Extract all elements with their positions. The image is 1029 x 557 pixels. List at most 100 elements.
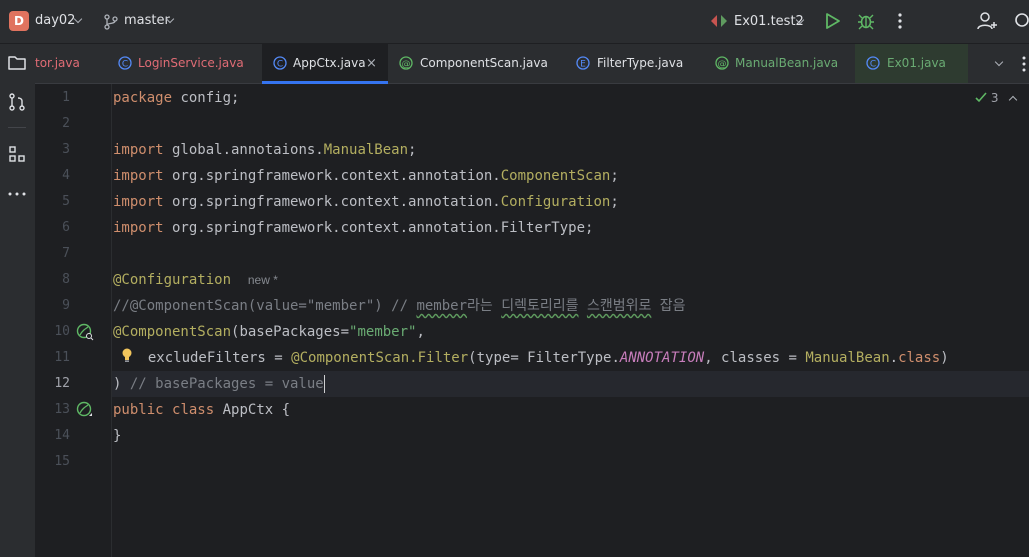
code-text: }: [113, 428, 122, 444]
code-line-12: ) // basePackages = value: [113, 371, 326, 397]
svg-text:E: E: [580, 60, 586, 70]
class-ref: ManualBean: [323, 142, 409, 158]
svg-text:C: C: [122, 60, 128, 70]
keyword: import: [113, 168, 164, 184]
code-text: org.springframework.context.annotation.: [163, 168, 501, 184]
tab-filtertype[interactable]: E FilterType.java: [565, 44, 705, 83]
class-icon: C: [118, 56, 132, 70]
branch-name[interactable]: master: [124, 13, 170, 28]
line-number: 3: [62, 142, 70, 157]
editor-gutter: 1 2 3 4 5 6 7 8 9 10 11 12 13 14 15: [35, 84, 112, 557]
keyword: import: [113, 194, 164, 210]
line-number: 2: [62, 116, 70, 131]
inspection-count: 3: [990, 91, 999, 105]
keyword: import: [113, 142, 164, 158]
more-actions-icon[interactable]: [889, 10, 911, 32]
code-text: (type= FilterType.: [468, 350, 620, 366]
line-number: 10: [54, 324, 70, 339]
code-text: global.annotaions.: [163, 142, 324, 158]
svg-text:@: @: [718, 60, 727, 70]
editor-tab-bar: tor.java C LoginService.java C AppCtx.ja…: [35, 44, 1029, 84]
line-number: 6: [62, 220, 70, 235]
checkmark-icon: [975, 92, 987, 103]
code-text: ,: [416, 324, 425, 340]
svg-text:@: @: [402, 60, 411, 70]
tabs-overflow-chevron-icon[interactable]: [994, 57, 1004, 67]
more-actions-icon[interactable]: [1020, 54, 1028, 74]
tab-label: Ex01.java: [887, 56, 946, 70]
tab-componentscan[interactable]: @ ComponentScan.java: [388, 44, 553, 83]
line-number-current: 12: [54, 376, 70, 391]
comment: 잡음: [651, 298, 686, 314]
more-tools-icon[interactable]: [6, 183, 28, 205]
class-ref: Configuration: [500, 194, 611, 210]
code-line-13: public class AppCtx {: [113, 397, 290, 423]
debug-button[interactable]: [855, 10, 877, 32]
code-text: org.springframework.context.annotation.F…: [163, 220, 594, 236]
search-icon[interactable]: [1012, 10, 1029, 32]
add-user-icon[interactable]: [976, 10, 998, 32]
tool-divider: [8, 127, 26, 128]
code-text: ;: [610, 168, 619, 184]
svg-text:C: C: [277, 60, 283, 70]
spring-bean-scan-icon[interactable]: [76, 323, 94, 341]
inspection-widget[interactable]: 3: [975, 91, 1018, 105]
code-line-9: //@ComponentScan(value="member") // memb…: [113, 293, 686, 319]
line-number: 5: [62, 194, 70, 209]
line-number: 9: [62, 298, 70, 313]
line-number: 14: [54, 428, 70, 443]
tab-loginservice[interactable]: C LoginService.java: [107, 44, 257, 83]
spring-bean-icon[interactable]: [76, 401, 94, 419]
code-line-1: package config;: [113, 85, 239, 111]
code-text: (basePackages=: [231, 324, 350, 340]
code-line-11: excludeFilters = @ComponentScan.Filter(t…: [131, 345, 949, 371]
comment-typo: 스캔범위로: [586, 298, 652, 314]
commit-icon[interactable]: [6, 91, 28, 113]
run-button[interactable]: [821, 10, 843, 32]
code-text: ;: [408, 142, 417, 158]
tab-label: ComponentScan.java: [420, 56, 548, 70]
annotation: @ComponentScan: [113, 324, 232, 340]
code-editor[interactable]: package config; import global.annotaions…: [111, 84, 1029, 557]
tab-label: AppCtx.java: [293, 56, 366, 70]
enum-constant: ANNOTATION: [619, 350, 705, 366]
tab-editor-partial[interactable]: tor.java: [35, 44, 107, 83]
run-config-icon[interactable]: [710, 14, 728, 28]
code-line-4: import org.springframework.context.annot…: [113, 163, 619, 189]
annotation-icon: @: [715, 56, 729, 70]
code-line-8: @Configuration new *: [113, 267, 278, 293]
structure-icon[interactable]: [6, 143, 28, 165]
annotation: @ComponentScan.Filter: [291, 350, 469, 366]
code-text: config;: [172, 90, 240, 106]
project-folder-icon[interactable]: [6, 52, 28, 74]
project-name[interactable]: day02: [35, 13, 75, 28]
tab-manualbean[interactable]: @ ManualBean.java: [704, 44, 854, 83]
code-text: , classes =: [704, 350, 806, 366]
line-number: 7: [62, 246, 70, 261]
tab-label: FilterType.java: [597, 56, 684, 70]
code-text: excludeFilters =: [131, 350, 292, 366]
text-caret: [323, 375, 326, 393]
close-tab-icon[interactable]: ×: [366, 44, 377, 83]
run-configuration-selector[interactable]: Ex01.test2: [734, 14, 804, 29]
code-text: ): [113, 376, 130, 392]
code-text: ;: [610, 194, 619, 210]
svg-text:C: C: [870, 60, 876, 70]
project-badge[interactable]: D: [9, 11, 29, 31]
line-number: 15: [54, 454, 70, 469]
vcs-author-hint[interactable]: new *: [248, 273, 278, 287]
keyword: class: [172, 402, 215, 418]
comment: //@ComponentScan(value="member") //: [113, 298, 417, 314]
line-number: 8: [62, 272, 70, 287]
code-line-5: import org.springframework.context.annot…: [113, 189, 619, 215]
keyword: public: [113, 402, 164, 418]
tab-label: tor.java: [35, 56, 80, 70]
class-icon: C: [866, 56, 880, 70]
annotation-icon: @: [399, 56, 413, 70]
git-branch-icon[interactable]: [104, 14, 118, 30]
tab-appctx[interactable]: C AppCtx.java ×: [262, 44, 388, 84]
tab-ex01[interactable]: C Ex01.java: [855, 44, 968, 83]
code-line-3: import global.annotaions.ManualBean;: [113, 137, 416, 163]
tool-window-bar: [0, 44, 36, 557]
